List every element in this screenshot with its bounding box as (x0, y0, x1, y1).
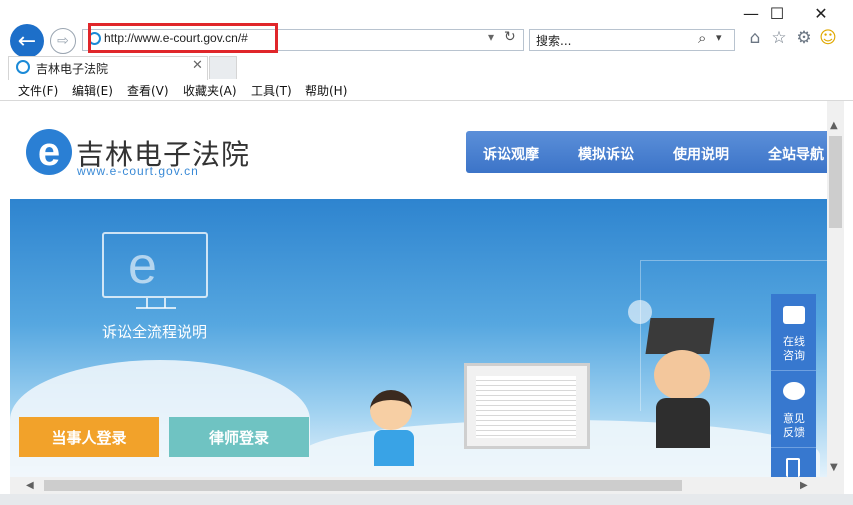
feedback-link[interactable]: 意见反馈 (781, 412, 807, 440)
nav-simulated-litigation[interactable]: 模拟诉讼 (578, 144, 634, 164)
character-illustration (374, 430, 414, 466)
chat-consult-icon[interactable] (783, 306, 805, 324)
judge-character-illustration (645, 318, 715, 354)
nav-site-map[interactable]: 全站导航 (768, 144, 824, 164)
scroll-left-arrow-icon[interactable]: ◀ (26, 480, 34, 491)
party-login-button[interactable]: 当事人登录 (19, 417, 159, 457)
tab-close-icon[interactable]: ✕ (192, 58, 203, 73)
laptop-screen-illustration (476, 376, 576, 438)
monitor-logo-icon: e (128, 237, 157, 295)
address-dropdown-icon[interactable]: ▾ (488, 30, 494, 44)
menu-favorites[interactable]: 收藏夹(A) (183, 82, 237, 99)
vertical-scroll-thumb[interactable] (829, 136, 842, 228)
search-placeholder: 搜索... (536, 34, 572, 48)
favorites-star-icon[interactable]: ☆ (768, 28, 790, 48)
scrollbar-corner (827, 477, 844, 494)
refresh-icon[interactable]: ↻ (504, 29, 516, 45)
sidebar-divider (771, 447, 816, 448)
scroll-up-arrow-icon[interactable]: ▲ (830, 120, 838, 131)
sidebar-divider (771, 370, 816, 371)
scroll-down-arrow-icon[interactable]: ▼ (830, 462, 838, 473)
smiley-feedback-icon[interactable]: ☺ (817, 28, 839, 48)
feedback-bubble-icon[interactable] (783, 382, 805, 400)
home-icon[interactable]: ⌂ (744, 28, 766, 48)
tab-title: 吉林电子法院 (36, 62, 109, 76)
search-icon[interactable]: ⌕ (698, 29, 706, 47)
litigation-flow-link[interactable]: 诉讼全流程说明 (102, 321, 207, 342)
judge-character-illustration (654, 350, 710, 400)
horizontal-scroll-thumb[interactable] (44, 480, 682, 491)
settings-gear-icon[interactable]: ⚙ (793, 28, 815, 48)
ie-tab-icon (16, 60, 30, 74)
court-logo-icon[interactable]: e (26, 129, 72, 175)
menu-help[interactable]: 帮助(H) (305, 82, 347, 99)
judge-character-illustration (656, 398, 710, 448)
window-bottom-edge (0, 494, 853, 505)
nav-litigation-observe[interactable]: 诉讼观摩 (483, 144, 539, 164)
menu-edit[interactable]: 编辑(E) (72, 82, 113, 99)
character-illustration (370, 390, 412, 430)
lawyer-login-button[interactable]: 律师登录 (169, 417, 309, 457)
nav-usage-guide[interactable]: 使用说明 (673, 144, 729, 164)
scroll-right-arrow-icon[interactable]: ▶ (800, 480, 808, 491)
mobile-phone-icon[interactable] (786, 458, 800, 477)
forward-button[interactable]: ⇨ (50, 28, 76, 54)
menu-view[interactable]: 查看(V) (127, 82, 169, 99)
menu-tools[interactable]: 工具(T) (251, 82, 292, 99)
menu-file[interactable]: 文件(F) (18, 82, 58, 99)
search-dropdown-icon[interactable]: ▾ (716, 31, 722, 44)
back-button[interactable]: ← (10, 24, 44, 58)
site-url: www.e-court.gov.cn (77, 164, 199, 178)
monitor-base (136, 307, 176, 309)
online-consult-link[interactable]: 在线咨询 (781, 335, 807, 363)
address-highlight-box (88, 23, 278, 53)
new-tab-button[interactable] (209, 56, 237, 79)
balloon-illustration (628, 300, 652, 324)
